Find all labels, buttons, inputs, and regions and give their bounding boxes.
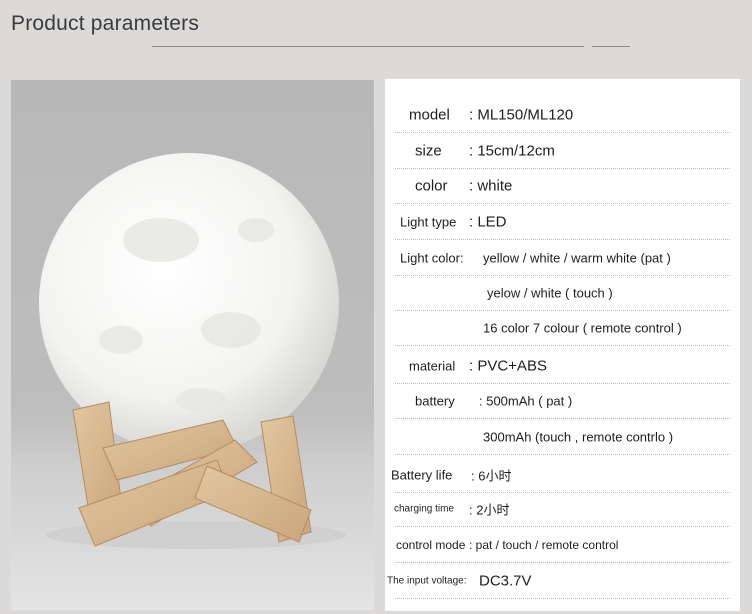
row-label: charging time — [394, 503, 455, 515]
row-value: 300mAh (touch , remote contrlo ) — [483, 429, 674, 445]
table-row: control mode : pat / touch / remote cont… — [385, 527, 740, 563]
row-label: Light color: — [400, 250, 464, 266]
page-title: Product parameters — [11, 12, 200, 35]
row-label: Light type — [400, 214, 457, 230]
product-photo — [11, 80, 374, 610]
table-row: yelow / white ( touch ) — [385, 275, 740, 311]
row-label: The input voltage: — [387, 575, 467, 587]
row-divider — [395, 454, 730, 455]
row-value: : 15cm/12cm — [469, 142, 555, 160]
row-value: : 2小时 — [469, 502, 510, 518]
table-row: Light color: yellow / white / warm white… — [385, 240, 740, 276]
row-value: 16 color 7 colour ( remote control ) — [483, 320, 682, 336]
title-divider-short — [592, 46, 630, 47]
row-value: : white — [469, 177, 513, 195]
row-label: control mode — [396, 538, 466, 552]
parameters-table: model : ML150/ML120 size : 15cm/12cm col… — [385, 79, 740, 611]
table-row: charging time : 2小时 — [385, 491, 740, 527]
row-label: Battery life — [391, 467, 453, 483]
moon-lamp-image — [39, 153, 346, 549]
table-row: model : ML150/ML120 — [385, 97, 740, 133]
row-divider — [395, 598, 730, 599]
row-label: material — [409, 358, 456, 374]
row-label: size — [415, 142, 442, 160]
row-value: : pat / touch / remote control — [469, 538, 619, 552]
table-row: The input voltage: DC3.7V — [385, 563, 740, 599]
table-row: size : 15cm/12cm — [385, 133, 740, 169]
row-label: color — [415, 177, 448, 195]
row-label: battery — [415, 393, 455, 409]
row-value: : 500mAh ( pat ) — [479, 393, 573, 409]
row-value: yelow / white ( touch ) — [487, 285, 613, 301]
row-value: DC3.7V — [479, 572, 532, 590]
table-row: Battery life : 6小时 — [385, 457, 740, 493]
table-row: 300mAh (touch , remote contrlo ) — [385, 419, 740, 455]
table-row: battery : 500mAh ( pat ) — [385, 383, 740, 419]
row-value: : 6小时 — [471, 468, 512, 484]
row-value: : ML150/ML120 — [469, 106, 574, 124]
row-divider — [395, 345, 730, 346]
table-row: color : white — [385, 168, 740, 204]
row-value: : PVC+ABS — [469, 357, 547, 375]
table-row: Light type : LED — [385, 204, 740, 240]
row-label: model — [409, 106, 450, 124]
table-row: material : PVC+ABS — [385, 348, 740, 384]
title-divider — [152, 46, 584, 47]
table-row: 16 color 7 colour ( remote control ) — [385, 310, 740, 346]
row-value: : LED — [469, 213, 507, 231]
page-header: Product parameters — [0, 0, 752, 70]
row-value: yellow / white / warm white (pat ) — [483, 250, 671, 266]
